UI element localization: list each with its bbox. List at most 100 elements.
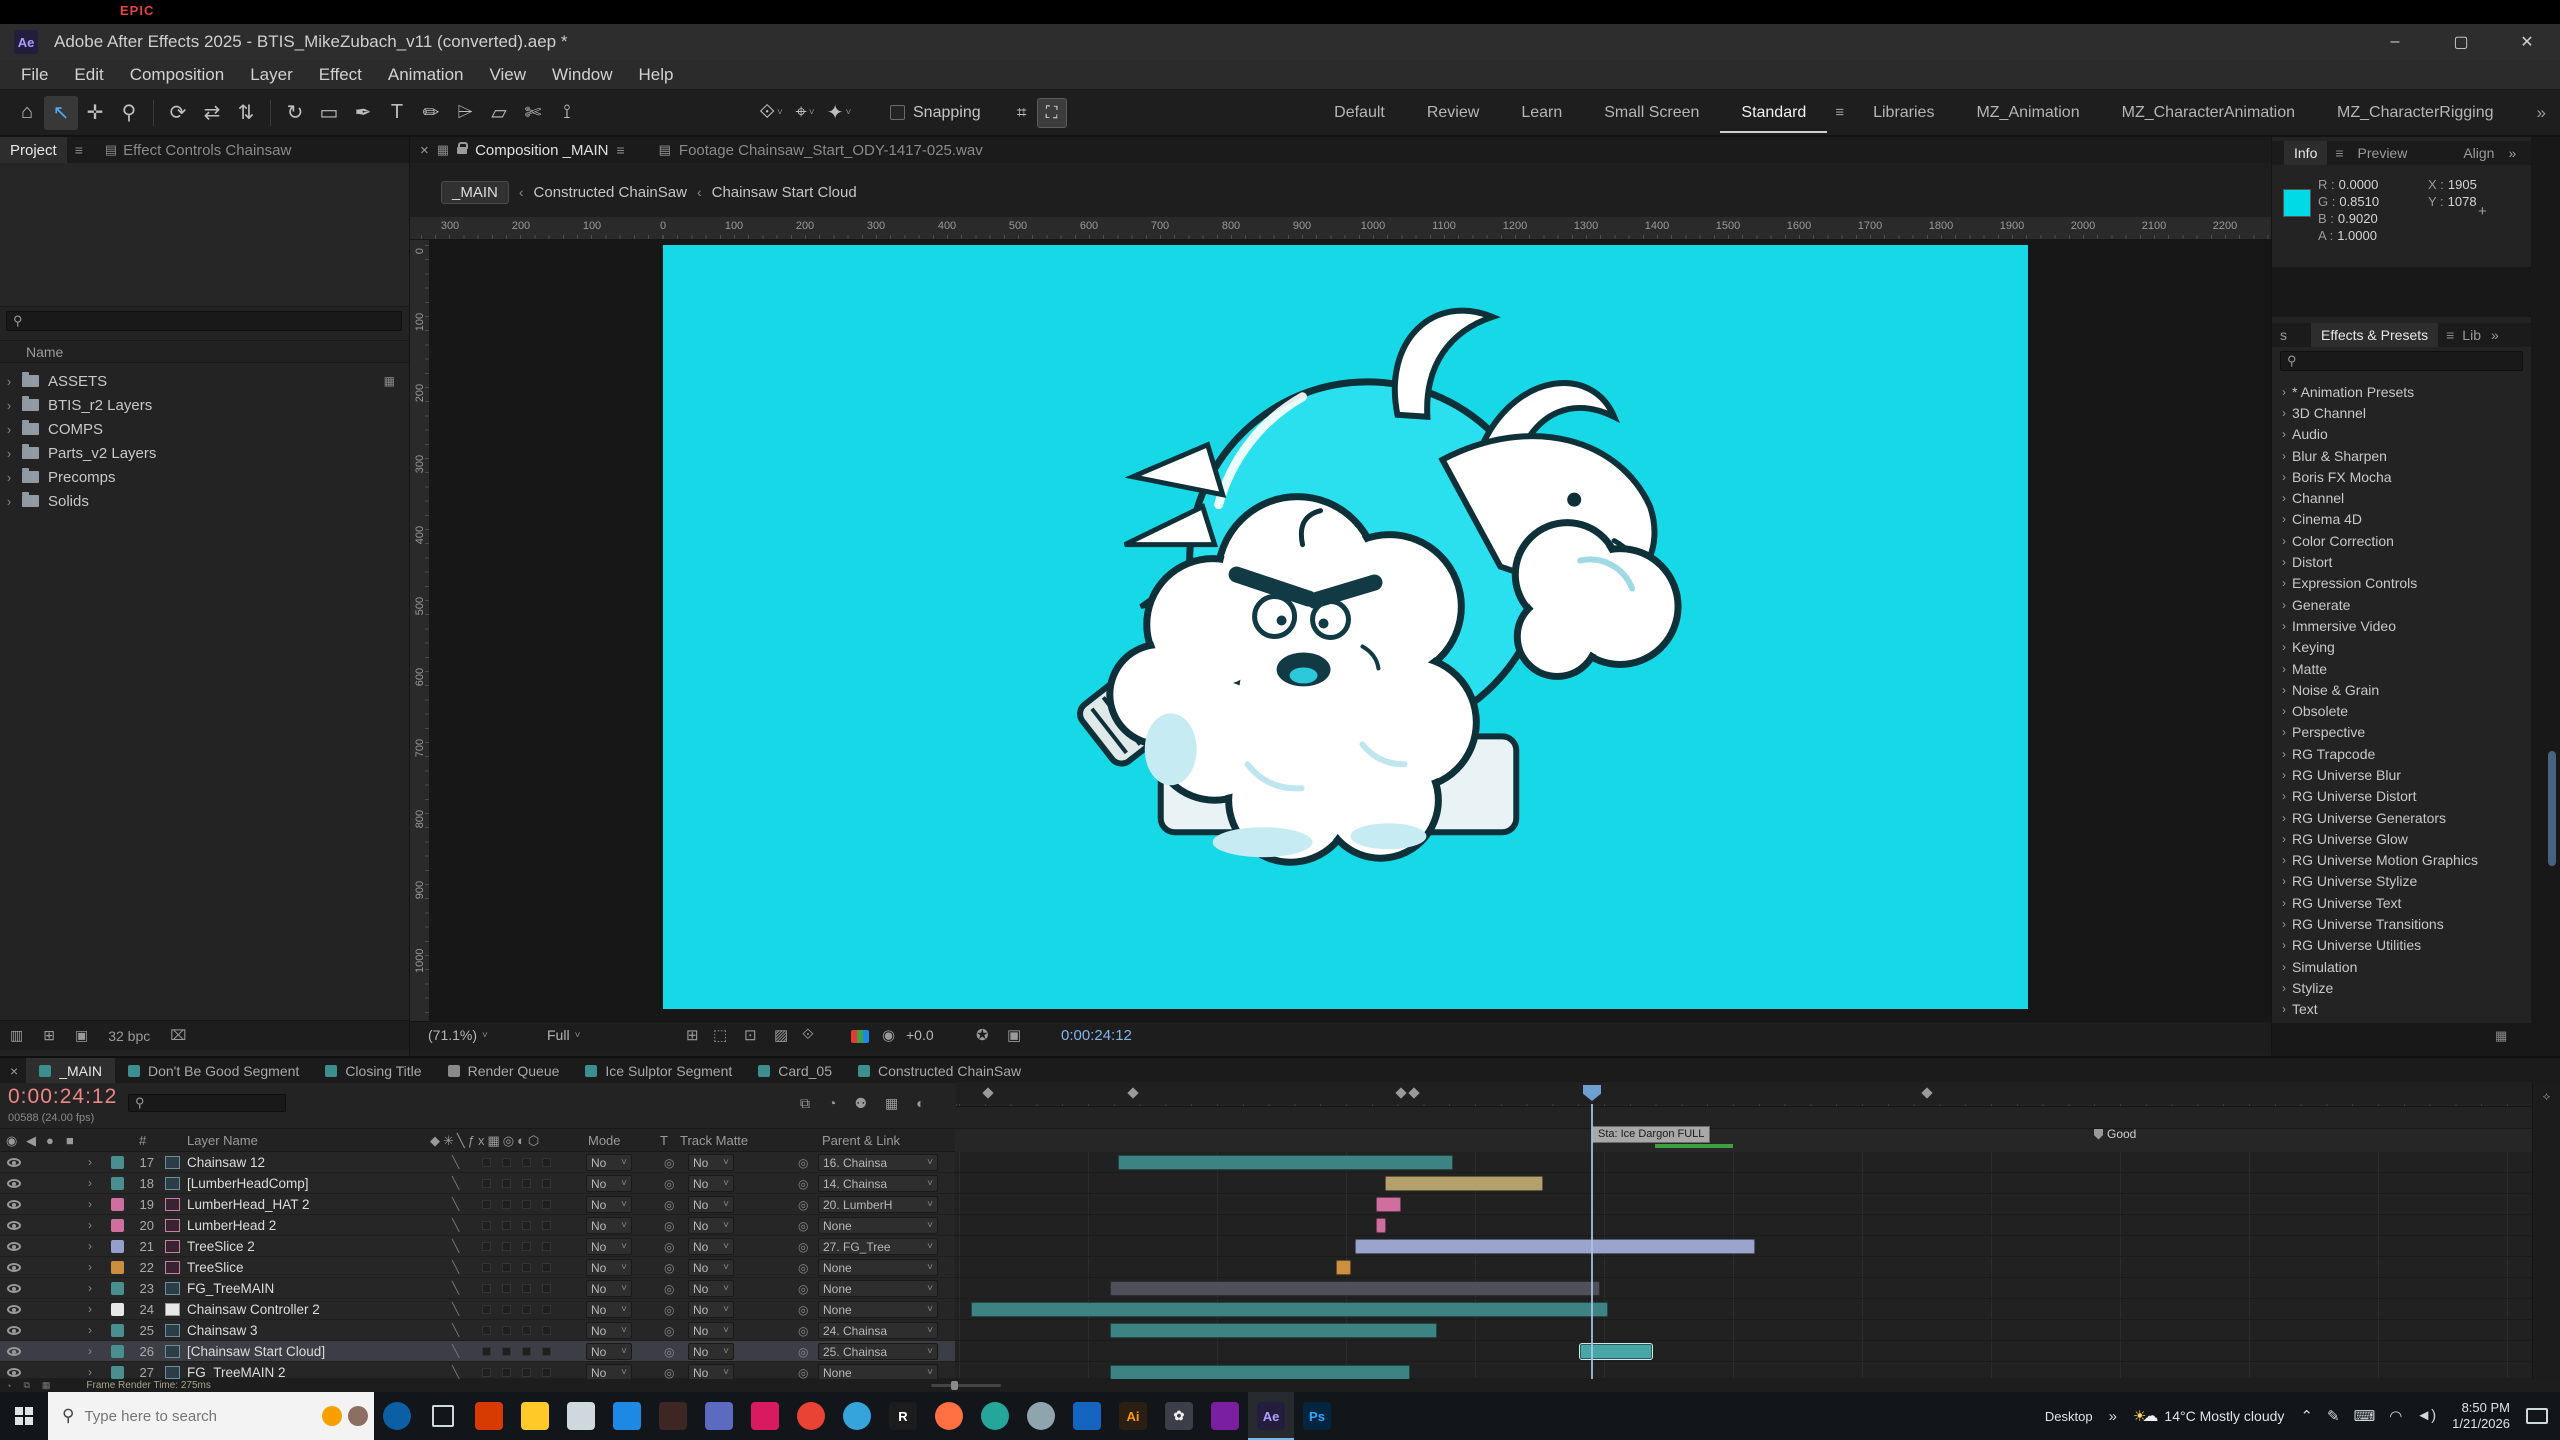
layer-disclosure-icon[interactable]: › (88, 1197, 92, 1211)
layer-switch-box[interactable] (522, 1263, 531, 1272)
layer-switch-box[interactable] (482, 1305, 491, 1314)
effects-category[interactable]: ›RG Trapcode (2272, 743, 2531, 764)
effects-category[interactable]: ›Noise & Grain (2272, 679, 2531, 700)
menu-edit[interactable]: Edit (61, 65, 116, 85)
marker-lane[interactable] (955, 1082, 2532, 1104)
workspace-mz-characterrigging[interactable]: MZ_CharacterRigging (2316, 93, 2515, 133)
layer-mode-dropdown[interactable]: No˅ (586, 1259, 632, 1276)
track-matte-dropdown[interactable]: No˅ (688, 1154, 734, 1171)
disclosure-icon[interactable]: › (2276, 747, 2292, 761)
menu-help[interactable]: Help (626, 65, 687, 85)
layer-mode-dropdown[interactable]: No˅ (586, 1364, 632, 1379)
layer-switch-box[interactable] (542, 1263, 551, 1272)
track-matte-dropdown[interactable]: No˅ (688, 1280, 734, 1297)
tab-align[interactable]: Align (2463, 145, 2494, 161)
snapping-checkbox[interactable] (890, 105, 905, 120)
tab-project[interactable]: Project (0, 137, 67, 163)
menu-composition[interactable]: Composition (117, 65, 238, 85)
layer-switch-box[interactable] (482, 1179, 491, 1188)
track-matte-pick-icon[interactable]: ◎ (664, 1219, 674, 1233)
project-search[interactable]: ⚲ (6, 311, 402, 331)
project-search-input[interactable] (29, 314, 401, 329)
column-parent-link[interactable]: Parent & Link (822, 1133, 900, 1148)
new-composition-icon[interactable]: ▣ (75, 1027, 88, 1044)
tab-composition-main[interactable]: Composition _MAIN (475, 142, 608, 159)
search-highlight-icon[interactable] (348, 1406, 368, 1426)
pen-tool[interactable]: ✒ (346, 96, 380, 130)
layer-switch-box[interactable] (522, 1326, 531, 1335)
parent-pickwhip-icon[interactable]: ◎ (798, 1282, 808, 1296)
layer-mode-dropdown[interactable]: No˅ (586, 1238, 632, 1255)
visibility-eye-icon[interactable] (7, 1221, 21, 1230)
track-matte-pick-icon[interactable]: ◎ (664, 1303, 674, 1317)
layer-lane[interactable] (955, 1362, 2532, 1379)
workspace-overflow-icon[interactable]: » (2523, 103, 2560, 123)
project-item-btis-r2-layers[interactable]: ›BTIS_r2 Layers (0, 393, 409, 417)
layer-mode-dropdown[interactable]: No˅ (586, 1154, 632, 1171)
layer-color-chip[interactable] (111, 1219, 124, 1232)
layer-disclosure-icon[interactable]: › (88, 1323, 92, 1337)
effects-category[interactable]: ›RG Universe Transitions (2272, 913, 2531, 934)
layer-switch-box[interactable] (542, 1305, 551, 1314)
layer-quality-icon[interactable]: ╲ (452, 1218, 459, 1232)
parent-link-dropdown[interactable]: 24. Chainsa˅ (818, 1322, 938, 1339)
pinned-r-app[interactable]: R (880, 1392, 926, 1440)
workspace-standard[interactable]: Standard (1720, 93, 1827, 133)
disclosure-icon[interactable]: › (2276, 896, 2292, 910)
project-item-assets[interactable]: ›ASSETS▦ (0, 369, 409, 393)
trash-icon[interactable]: ⌧ (170, 1027, 186, 1044)
effects-category[interactable]: ›RG Universe Generators (2272, 807, 2531, 828)
disclosure-icon[interactable]: › (2276, 470, 2292, 484)
layer-switch-box[interactable] (522, 1284, 531, 1293)
disclosure-icon[interactable]: › (2276, 555, 2292, 569)
layer-color-chip[interactable] (111, 1366, 124, 1379)
effects-category[interactable]: ›RG Universe Distort (2272, 786, 2531, 807)
snapshot-icon[interactable]: ✪ (976, 1026, 989, 1044)
track-matte-pick-icon[interactable]: ◎ (664, 1324, 674, 1338)
effects-search-input[interactable] (2303, 354, 2522, 369)
disclosure-icon[interactable]: › (2276, 960, 2292, 974)
parent-pickwhip-icon[interactable]: ◎ (798, 1303, 808, 1317)
layer-switch-box[interactable] (522, 1221, 531, 1230)
effects-category[interactable]: ›Simulation (2272, 956, 2531, 977)
layer-row[interactable]: ›25Chainsaw 3╲No˅◎No˅◎24. Chainsa˅ (0, 1320, 2560, 1341)
pinned-photos-app[interactable] (742, 1392, 788, 1440)
menu-effect[interactable]: Effect (306, 65, 375, 85)
breadcrumb-main[interactable]: _MAIN (441, 181, 509, 204)
pinned-blue-app[interactable] (1064, 1392, 1110, 1440)
draft-3d-icon[interactable]: ◔ (828, 1095, 836, 1112)
layer-lane[interactable] (955, 1320, 2532, 1341)
hide-shy-layers-icon[interactable]: ⚉ (854, 1095, 867, 1112)
layer-switch-box[interactable] (542, 1221, 551, 1230)
clone-stamp-tool[interactable]: ⌲ (448, 96, 482, 130)
layer-row[interactable]: ›21TreeSlice 2╲No˅◎No˅◎27. FG_Tree˅ (0, 1236, 2560, 1257)
parent-link-dropdown[interactable]: None˅ (818, 1259, 938, 1276)
pan-camera-tool[interactable]: ⇄ (195, 96, 229, 130)
project-item-parts-v2-layers[interactable]: ›Parts_v2 Layers (0, 441, 409, 465)
dolly-camera-tool[interactable]: ⇅ (229, 96, 263, 130)
layer-switch-box[interactable] (502, 1179, 511, 1188)
workspace-menu-icon[interactable]: ≡ (1827, 104, 1852, 121)
tab-effect-controls[interactable]: Effect Controls Chainsaw (123, 142, 291, 159)
composition-marker-icon[interactable] (1395, 1087, 1406, 1098)
disclosure-icon[interactable]: › (0, 494, 18, 509)
pinned-mail-app[interactable] (604, 1392, 650, 1440)
disclosure-icon[interactable]: › (2276, 449, 2292, 463)
media-app[interactable] (1202, 1392, 1248, 1440)
rectangle-tool[interactable]: ▭ (312, 96, 346, 130)
track-matte-dropdown[interactable]: No˅ (688, 1175, 734, 1192)
disclosure-icon[interactable]: › (2276, 598, 2292, 612)
layer-quality-icon[interactable]: ╲ (452, 1239, 459, 1253)
layer-name[interactable]: LumberHead_HAT 2 (187, 1197, 409, 1212)
visibility-eye-icon[interactable] (7, 1368, 21, 1377)
pinned-game-app[interactable] (650, 1392, 696, 1440)
track-matte-pick-icon[interactable]: ◎ (664, 1345, 674, 1359)
disclosure-icon[interactable]: › (2276, 832, 2292, 846)
layer-name[interactable]: FG_TreeMAIN 2 (187, 1365, 409, 1379)
minimize-button[interactable]: – (2362, 24, 2428, 60)
toggle-inout-icon[interactable]: ▦ (42, 1380, 51, 1391)
disclosure-icon[interactable]: › (2276, 385, 2292, 399)
layer-color-chip[interactable] (111, 1345, 124, 1358)
layer-disclosure-icon[interactable]: › (88, 1365, 92, 1379)
parent-link-dropdown[interactable]: None˅ (818, 1280, 938, 1297)
